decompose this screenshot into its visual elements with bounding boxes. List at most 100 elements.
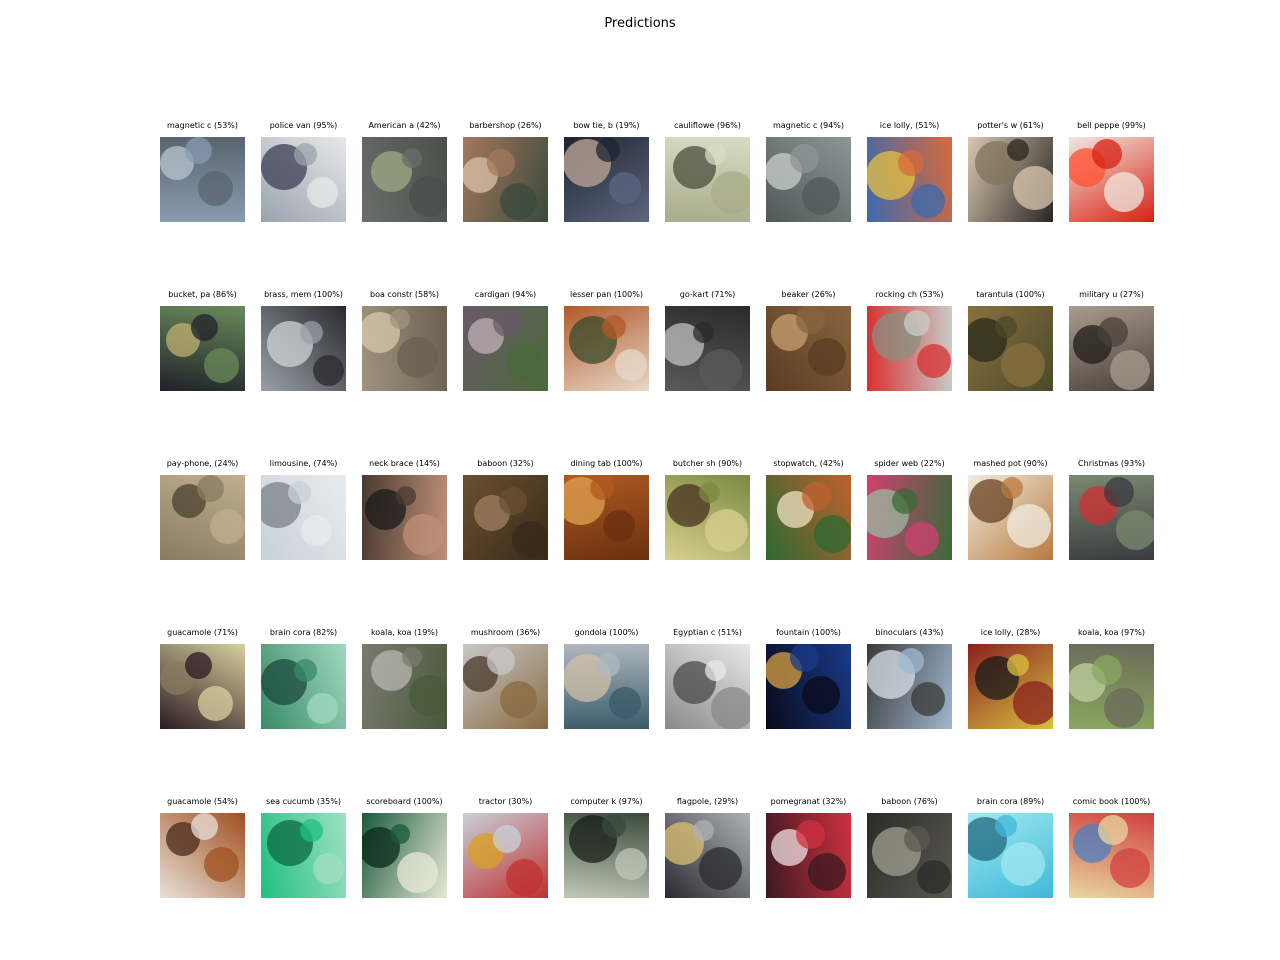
prediction-thumbnail (463, 475, 548, 560)
prediction-cell: brass, mem (100%) (261, 290, 346, 391)
figure-title: Predictions (604, 16, 676, 31)
thumbnail-shape (590, 476, 614, 500)
prediction-cell: Egyptian c (51%) (665, 628, 750, 729)
prediction-caption: mashed pot (90%) (973, 459, 1048, 468)
prediction-cell: tarantula (100%) (968, 290, 1053, 391)
thumbnail-shape (499, 182, 537, 220)
thumbnail-shape (1007, 139, 1029, 161)
thumbnail-shape (596, 653, 620, 677)
prediction-cell: limousine, (74%) (261, 459, 346, 560)
prediction-thumbnail (160, 644, 245, 729)
thumbnail-shape (898, 648, 924, 674)
prediction-cell: mushroom (36%) (463, 628, 548, 729)
prediction-thumbnail (261, 306, 346, 391)
prediction-cell: tractor (30%) (463, 797, 548, 898)
prediction-caption: magnetic c (94%) (772, 121, 845, 130)
thumbnail-shape (602, 814, 626, 838)
prediction-cell: fountain (100%) (766, 628, 851, 729)
prediction-thumbnail (362, 644, 447, 729)
thumbnail-shape (710, 686, 750, 729)
prediction-caption: potter's w (61%) (977, 121, 1044, 130)
thumbnail-shape (499, 680, 537, 718)
prediction-thumbnail (867, 306, 952, 391)
prediction-cell: boa constr (58%) (362, 290, 447, 391)
prediction-caption: butcher sh (90%) (672, 459, 743, 468)
thumbnail-shape (197, 170, 233, 206)
prediction-caption: boa constr (58%) (370, 290, 439, 299)
prediction-caption: koala, koa (97%) (1077, 628, 1146, 637)
prediction-thumbnail (261, 475, 346, 560)
thumbnail-shape (692, 321, 714, 343)
prediction-thumbnail (665, 137, 750, 222)
thumbnail-shape (1007, 654, 1029, 676)
thumbnail-shape (505, 342, 543, 380)
prediction-thumbnail (261, 813, 346, 898)
thumbnail-shape (1092, 139, 1122, 169)
prediction-thumbnail (968, 306, 1053, 391)
prediction-thumbnail (968, 475, 1053, 560)
prediction-caption: flagpole, (29%) (676, 797, 739, 806)
thumbnail-shape (698, 348, 742, 391)
prediction-cell: rocking ch (53%) (867, 290, 952, 391)
thumbnail-shape (1110, 350, 1150, 390)
prediction-thumbnail (968, 813, 1053, 898)
thumbnail-shape (287, 480, 311, 504)
prediction-thumbnail (463, 813, 548, 898)
prediction-cell: cardigan (94%) (463, 290, 548, 391)
prediction-thumbnail (968, 644, 1053, 729)
thumbnail-shape (1013, 681, 1053, 725)
thumbnail-shape (710, 170, 750, 214)
prediction-thumbnail (867, 475, 952, 560)
thumbnail-shape (995, 815, 1017, 837)
prediction-cell: bow tie, b (19%) (564, 121, 649, 222)
prediction-cell: flagpole, (29%) (665, 797, 750, 898)
prediction-caption: guacamole (71%) (167, 628, 238, 637)
thumbnail-shape (892, 488, 918, 514)
thumbnail-shape (312, 354, 344, 386)
thumbnail-shape (402, 647, 422, 667)
prediction-caption: cauliflowe (96%) (674, 121, 741, 130)
thumbnail-shape (615, 848, 647, 880)
prediction-caption: brain cora (89%) (976, 797, 1045, 806)
thumbnail-shape (306, 176, 338, 208)
prediction-caption: sea cucumb (35%) (266, 797, 341, 806)
prediction-cell: guacamole (54%) (160, 797, 245, 898)
prediction-caption: mushroom (36%) (470, 628, 541, 637)
thumbnail-shape (789, 644, 819, 672)
prediction-thumbnail (1069, 644, 1154, 729)
prediction-cell: pay-phone, (24%) (160, 459, 245, 560)
thumbnail-shape (615, 349, 647, 381)
prediction-caption: comic book (100%) (1072, 797, 1151, 806)
prediction-thumbnail (362, 137, 447, 222)
prediction-caption: pomegranat (32%) (770, 797, 847, 806)
thumbnail-shape (493, 825, 521, 853)
prediction-caption: koala, koa (19%) (370, 628, 439, 637)
thumbnail-shape (904, 310, 930, 336)
thumbnail-shape (390, 309, 410, 329)
prediction-thumbnail (766, 813, 851, 898)
prediction-caption: cardigan (94%) (474, 290, 537, 299)
thumbnail-shape (917, 860, 951, 894)
thumbnail-shape (487, 647, 515, 675)
prediction-thumbnail (160, 306, 245, 391)
prediction-cell: baboon (76%) (867, 797, 952, 898)
prediction-thumbnail (766, 644, 851, 729)
prediction-thumbnail (1069, 137, 1154, 222)
prediction-caption: magnetic c (53%) (166, 121, 239, 130)
prediction-cell: magnetic c (53%) (160, 121, 245, 222)
prediction-caption: rocking ch (53%) (875, 290, 944, 299)
prediction-cell: mashed pot (90%) (968, 459, 1053, 560)
prediction-caption: barbershop (26%) (469, 121, 542, 130)
thumbnail-shape (905, 522, 939, 556)
thumbnail-shape (1007, 504, 1051, 548)
prediction-caption: fountain (100%) (776, 628, 841, 637)
prediction-thumbnail (160, 475, 245, 560)
prediction-caption: binoculars (43%) (875, 628, 944, 637)
prediction-caption: tractor (30%) (478, 797, 533, 806)
prediction-cell: dining tab (100%) (564, 459, 649, 560)
prediction-cell: koala, koa (97%) (1069, 628, 1154, 729)
thumbnail-shape (704, 143, 726, 165)
prediction-thumbnail (261, 644, 346, 729)
thumbnail-shape (184, 651, 212, 679)
prediction-cell: Christmas (93%) (1069, 459, 1154, 560)
